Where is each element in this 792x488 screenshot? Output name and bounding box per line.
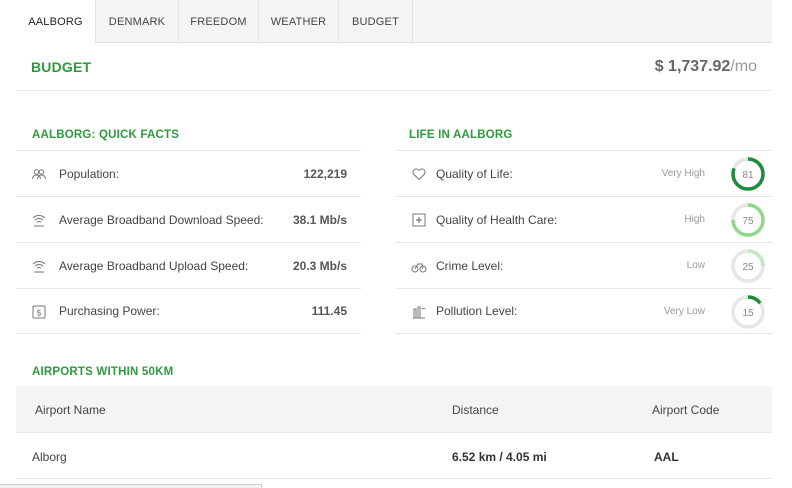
- fact-value: 38.1 Mb/s: [292, 212, 347, 227]
- life-row-health: Quality of Health Care: High 75: [396, 196, 772, 242]
- wifi-download-icon: [32, 215, 46, 227]
- tab-denmark[interactable]: DENMARK: [96, 0, 179, 43]
- life-label: Pollution Level:: [436, 304, 518, 318]
- fact-row-download: Average Broadband Download Speed: 38.1 M…: [16, 196, 361, 242]
- health-icon: [412, 213, 426, 227]
- tab-budget[interactable]: BUDGET: [339, 0, 413, 43]
- budget-amount: $ 1,737.92/mo: [655, 58, 757, 76]
- tab-weather[interactable]: WEATHER: [259, 0, 339, 43]
- fact-label: Average Broadband Download Speed:: [59, 212, 264, 227]
- score-gauge: 25: [731, 249, 765, 283]
- tab-bar: AALBORG DENMARK FREEDOM WEATHER BUDGET: [16, 0, 772, 44]
- life-row-crime: Crime Level: Low 25: [396, 242, 772, 288]
- table-row: Alborg 6.52 km / 4.05 mi AAL: [16, 433, 772, 479]
- rating-text: Very Low: [663, 305, 705, 317]
- rating-text: Very High: [661, 168, 705, 179]
- score-value: 75: [742, 216, 754, 227]
- fact-value: 20.3 Mb/s: [292, 258, 347, 273]
- airport-name: Alborg: [32, 450, 67, 464]
- horizontal-scrollbar[interactable]: [0, 484, 262, 488]
- score-value: 15: [742, 308, 754, 319]
- life-label: Crime Level:: [436, 258, 504, 273]
- dollar-icon: $: [32, 305, 46, 319]
- score-gauge: 81: [731, 157, 765, 191]
- rating-text: Low: [686, 260, 705, 271]
- population-icon: [32, 169, 46, 180]
- budget-amount-unit: /mo: [730, 58, 757, 75]
- svg-text:$: $: [36, 309, 42, 319]
- tab-freedom[interactable]: FREEDOM: [179, 0, 259, 43]
- score-value: 81: [742, 170, 754, 181]
- fact-value: 122,219: [303, 166, 347, 181]
- rating-text: High: [684, 214, 705, 225]
- fact-label: Purchasing Power:: [59, 304, 160, 318]
- column-header-name: Airport Name: [35, 403, 106, 417]
- table-header: Airport Name Distance Airport Code: [16, 386, 772, 433]
- quick-facts-list: Population: 122,219 Average Broadband Do…: [16, 150, 361, 334]
- fact-label: Population:: [59, 166, 120, 181]
- airport-code: AAL: [654, 450, 679, 464]
- budget-title: BUDGET: [31, 59, 92, 75]
- life-row-pollution: Pollution Level: Very Low 15: [396, 288, 772, 334]
- factory-icon: [413, 306, 426, 319]
- life-list: Quality of Life: Very High 81 Quality of…: [396, 150, 772, 334]
- life-label: Quality of Life:: [436, 166, 513, 181]
- wifi-upload-icon: [32, 261, 46, 273]
- score-value: 25: [742, 262, 754, 273]
- life-title: LIFE IN AALBORG: [409, 129, 513, 141]
- column-header-code: Airport Code: [652, 403, 720, 417]
- bicycle-icon: [411, 263, 427, 273]
- airports-table: Airport Name Distance Airport Code Albor…: [16, 386, 772, 479]
- score-gauge: 15: [731, 295, 765, 329]
- life-label: Quality of Health Care:: [436, 212, 558, 227]
- budget-amount-value: $ 1,737.92: [654, 58, 731, 75]
- fact-row-purchasing: $ Purchasing Power: 111.45: [16, 288, 361, 334]
- airports-title: AIRPORTS WITHIN 50KM: [32, 366, 174, 378]
- column-header-distance: Distance: [452, 403, 499, 417]
- quick-facts-title: AALBORG: QUICK FACTS: [32, 129, 180, 141]
- budget-summary: BUDGET $ 1,737.92/mo: [16, 43, 772, 91]
- airport-distance: 6.52 km / 4.05 mi: [452, 450, 547, 464]
- tab-aalborg[interactable]: AALBORG: [16, 0, 96, 44]
- heart-icon: [412, 168, 426, 181]
- score-gauge: 75: [731, 203, 765, 237]
- fact-row-upload: Average Broadband Upload Speed: 20.3 Mb/…: [16, 242, 361, 288]
- fact-label: Average Broadband Upload Speed:: [59, 258, 249, 273]
- fact-value: 111.45: [311, 304, 347, 318]
- life-row-quality: Quality of Life: Very High 81: [396, 150, 772, 196]
- fact-row-population: Population: 122,219: [16, 150, 361, 196]
